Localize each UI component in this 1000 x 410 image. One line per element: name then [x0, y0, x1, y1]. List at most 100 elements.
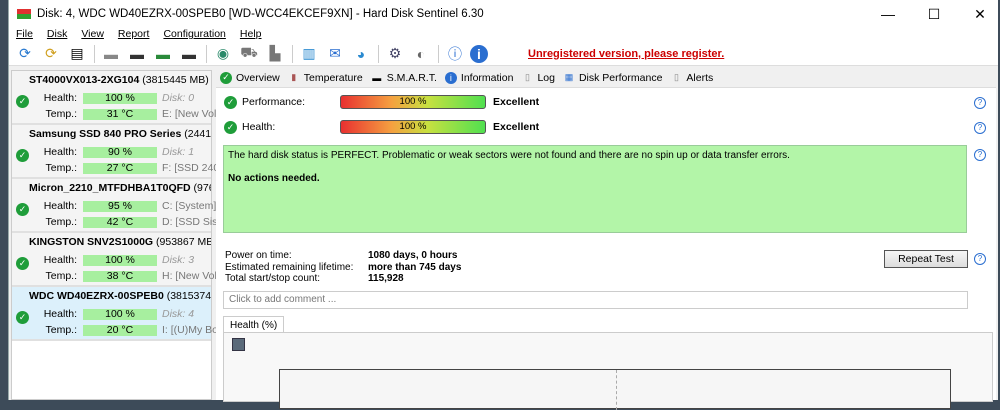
disk-name: KINGSTON SNV2S1000G (953867 MB): [29, 236, 211, 248]
email-icon[interactable]: ✉: [324, 44, 346, 64]
help-icon[interactable]: ?: [974, 149, 986, 161]
power-on-value: 1080 days, 0 hours: [368, 250, 458, 261]
health-bar: 100 %: [83, 92, 157, 104]
disk-list-item[interactable]: WDC WD40EZRX-00SPEB0 (3815374 MB) ✓ Heal…: [12, 287, 216, 341]
close-button[interactable]: ✕: [962, 0, 998, 28]
help-icon[interactable]: ?: [974, 122, 986, 134]
save-icon[interactable]: [232, 338, 245, 351]
health-label: Health:: [43, 308, 77, 320]
health-chart: [223, 332, 993, 410]
disk-list-item[interactable]: Micron_2210_MTFDHBA1T0QFD (976756 M ✓ He…: [12, 179, 216, 233]
tab-temperature[interactable]: ▮ Temperature: [288, 71, 363, 84]
tab-information[interactable]: i Information: [444, 71, 513, 84]
network-disk-icon[interactable]: ◉: [212, 44, 234, 64]
computer-icon[interactable]: ▙: [264, 44, 286, 64]
window-title: Disk: 4, WDC WD40EZRX-00SPEB0 [WD-WCC4EK…: [37, 8, 484, 20]
health-row: ✓ Health: 100 % Excellent: [224, 120, 539, 134]
refresh-icon[interactable]: ⟳: [14, 44, 36, 64]
status-text: The hard disk status is PERFECT. Problem…: [228, 150, 790, 161]
disk-info: Power on time: 1080 days, 0 hours Estimat…: [225, 250, 461, 285]
check-icon: ✓: [224, 120, 237, 134]
app-window: Disk: 4, WDC WD40EZRX-00SPEB0 [WD-WCC4EK…: [8, 0, 998, 410]
help-icon[interactable]: ?: [974, 97, 986, 109]
check-icon: ✓: [16, 95, 29, 108]
disk-size: (3815374 MB): [166, 290, 211, 302]
startstop-label: Total start/stop count:: [225, 273, 321, 284]
temp-label: Temp.:: [45, 270, 77, 282]
menu-configuration[interactable]: Configuration: [156, 28, 232, 42]
disk-drive-icon[interactable]: ▬: [100, 44, 122, 64]
disk-list: ST4000VX013-2XG104 (3815445 MB) ✓ Health…: [11, 70, 216, 400]
disk-name: ST4000VX013-2XG104 (3815445 MB): [29, 74, 211, 86]
lifetime-value: more than 745 days: [368, 261, 462, 273]
sound-icon[interactable]: ◐: [410, 44, 432, 64]
gear-icon[interactable]: ⚙: [384, 44, 406, 64]
info-icon[interactable]: i: [470, 44, 488, 63]
disk-size: (976756 M: [193, 182, 211, 194]
comment-input[interactable]: Click to add comment ...: [223, 291, 968, 309]
help-icon[interactable]: ?: [974, 253, 986, 265]
network-icon[interactable]: ◕: [350, 44, 372, 64]
tab-health-chart[interactable]: Health (%): [223, 316, 285, 333]
disk-size: (3815445 MB): [142, 74, 209, 86]
check-icon: ✓: [16, 149, 29, 162]
title-bar: Disk: 4, WDC WD40EZRX-00SPEB0 [WD-WCC4EK…: [9, 0, 998, 28]
tab-label: Alerts: [686, 71, 714, 84]
disk-size: (953867 MB): [156, 236, 211, 248]
volume-label: E: [New Volur: [162, 108, 216, 120]
check-icon: ✓: [224, 95, 237, 109]
chart-plot-area: [279, 369, 951, 410]
disk-name: WDC WD40EZRX-00SPEB0 (3815374 MB): [29, 290, 211, 302]
volume-label: H: [New Volur: [162, 270, 216, 282]
menu-disk[interactable]: Disk: [40, 28, 74, 42]
menu-view[interactable]: View: [74, 28, 111, 42]
tab-bar: ✓ Overview ▮ Temperature ▬ S.M.A.R.T. i Info…: [216, 68, 996, 88]
disk-schedule-icon[interactable]: ▬: [126, 44, 148, 64]
performance-label: Performance:: [242, 96, 306, 108]
tab-overview[interactable]: ✓ Overview: [220, 71, 280, 84]
backup-icon[interactable]: ⛟: [238, 44, 260, 64]
health-label: Health:: [43, 146, 77, 158]
health-bar: 100 %: [83, 308, 157, 320]
disk-list-item[interactable]: KINGSTON SNV2S1000G (953867 MB) ✓ Health…: [12, 233, 216, 287]
repeat-test-button[interactable]: Repeat Test: [884, 250, 968, 268]
disk-model: ST4000VX013-2XG104: [29, 74, 140, 86]
disk-model: WDC WD40EZRX-00SPEB0: [29, 290, 164, 302]
menu-help[interactable]: Help: [233, 28, 269, 42]
disk-search-icon[interactable]: ▬: [178, 44, 200, 64]
report-icon[interactable]: ▥: [298, 44, 320, 64]
disk-index: Disk: 3: [162, 254, 195, 266]
menu-file[interactable]: File: [9, 28, 40, 42]
thermometer-icon: ▮: [291, 72, 297, 82]
disk-index: Disk: 1: [162, 146, 195, 158]
startstop-value: 115,928: [368, 273, 404, 284]
tab-disk-performance[interactable]: ▦ Disk Performance: [563, 72, 663, 84]
disk-list-item[interactable]: ST4000VX013-2XG104 (3815445 MB) ✓ Health…: [12, 71, 216, 125]
menu-bar: File Disk View Report Configuration Help: [9, 28, 998, 42]
check-icon: ✓: [16, 257, 29, 270]
performance-rating: Excellent: [493, 96, 540, 108]
tab-log[interactable]: ▯ Log: [521, 72, 555, 84]
minimize-button[interactable]: —: [870, 0, 906, 28]
tab-label: Log: [537, 71, 555, 84]
refresh-warning-icon[interactable]: ⟳: [40, 44, 62, 64]
register-link[interactable]: Unregistered version, please register.: [528, 48, 724, 60]
action-text: No actions needed.: [228, 173, 320, 184]
disk-index: Disk: 4: [162, 308, 195, 320]
disk-size: (244191 MB): [184, 128, 211, 140]
tab-label: Temperature: [303, 71, 363, 84]
disk-name: Samsung SSD 840 PRO Series (244191 MB): [29, 128, 211, 140]
disk-test-icon[interactable]: ▬: [152, 44, 174, 64]
toolbar-separator: [206, 44, 207, 63]
temp-label: Temp.:: [45, 324, 77, 336]
health-bar: 90 %: [83, 146, 157, 158]
disk-details-icon[interactable]: ▤: [66, 44, 88, 64]
maximize-button[interactable]: ☐: [916, 0, 952, 28]
tab-smart[interactable]: ▬ S.M.A.R.T.: [371, 72, 437, 84]
menu-report[interactable]: Report: [111, 28, 157, 42]
disk-model: Micron_2210_MTFDHBA1T0QFD: [29, 182, 191, 194]
tab-alerts[interactable]: ▯ Alerts: [670, 72, 713, 84]
check-icon: ✓: [220, 71, 232, 84]
disk-list-item[interactable]: Samsung SSD 840 PRO Series (244191 MB) ✓…: [12, 125, 216, 179]
help-icon[interactable]: ⓘ: [444, 44, 466, 64]
